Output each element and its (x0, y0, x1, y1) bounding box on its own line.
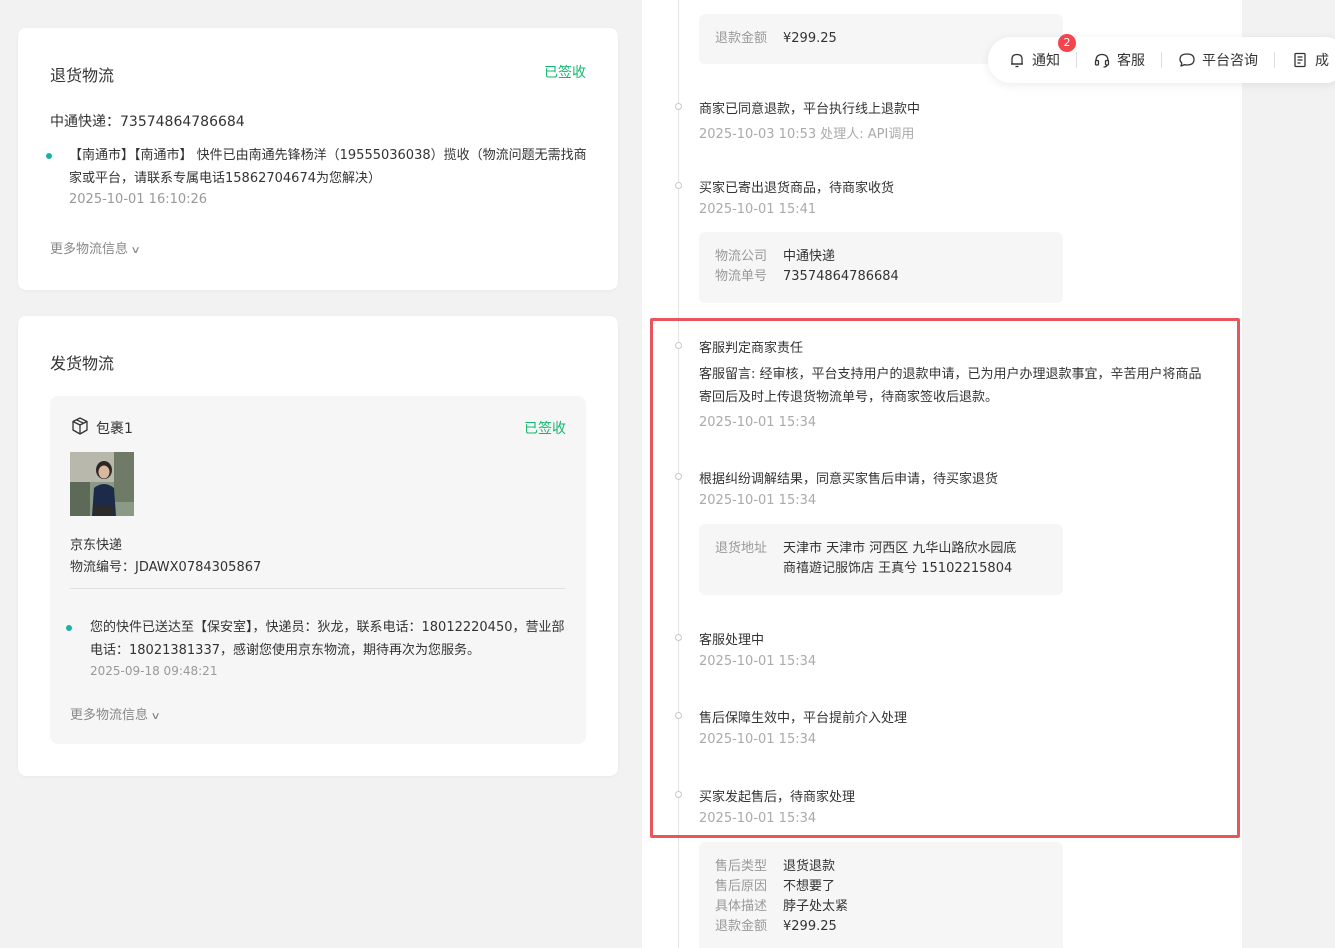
log-dot-icon (46, 153, 52, 159)
refund-amount-label: 退款金额 (715, 31, 768, 46)
headset-icon (1094, 53, 1110, 68)
return-log-time: 2025-10-01 16:10:26 (69, 192, 208, 207)
return-logistics-title: 退货物流 (50, 66, 115, 85)
ship-logistics-card: 发货物流 包裹1 已签收 京东快递 物流编号：JDAWX0784305867 您… (18, 316, 618, 776)
aftersale-timeline-panel: 退款金额 ¥299.25 商家已同意退款，平台执行线上退款中 2025-10-0… (642, 0, 1242, 948)
package-carrier: 京东快递 (70, 538, 123, 553)
package-box: 包裹1 已签收 京东快递 物流编号：JDAWX0784305867 您的快件已送… (50, 396, 586, 744)
timeline-event-time: 2025-10-01 15:41 (699, 202, 817, 217)
return-shipping-info-box: 物流公司 中通快递 物流单号 73574864786684 (699, 232, 1063, 303)
package-label: 包裹1 (96, 421, 133, 437)
timeline-event-title: 售后保障生效中，平台提前介入处理 (699, 711, 908, 726)
timeline-event-time: 2025-10-01 15:34 (699, 493, 817, 508)
toolbar-divider (1274, 52, 1275, 68)
more-logistics-label: 更多物流信息 (70, 708, 149, 723)
timeline-dot (675, 182, 682, 189)
timeline-dot (675, 103, 682, 110)
ship-logistics-title: 发货物流 (50, 354, 115, 373)
platform-consult-label: 平台咨询 (1202, 53, 1258, 69)
notification-count-badge: 2 (1058, 34, 1076, 52)
service-message: 客服留言: 经审核，平台支持用户的退款申请，已为用户办理退款事宜，辛苦用户将商品… (699, 367, 1202, 405)
timeline-event-title: 买家发起售后，待商家处理 (699, 790, 856, 805)
logistics-company-value: 中通快递 (783, 249, 836, 264)
refund-amount-value: ¥299.25 (783, 31, 837, 46)
return-log-text: 【南通市】【南通市】 快件已由南通先锋杨洋（19555036038）揽收（物流问… (69, 148, 587, 186)
timeline-dot (675, 473, 682, 480)
chat-bubble-icon (1179, 53, 1195, 67)
aftersale-desc-label: 具体描述 (715, 899, 768, 914)
aftersale-amount-value: ¥299.25 (783, 919, 837, 934)
floating-toolbar: 通知 2 客服 平台咨询 成 (988, 34, 1335, 83)
product-thumbnail[interactable] (70, 452, 134, 516)
return-address-line1: 天津市 天津市 河西区 九华山路欣水园底 (783, 541, 1017, 556)
more-logistics-label: 更多物流信息 (50, 242, 129, 257)
notification-label: 通知 (1032, 53, 1060, 69)
package-divider (70, 588, 566, 589)
document-icon (1294, 52, 1306, 68)
package-tracking-number: 物流编号：JDAWX0784305867 (70, 560, 262, 575)
return-tracking-number: 中通快递：73574864786684 (50, 114, 245, 130)
return-address-label: 退货地址 (715, 541, 768, 556)
chevron-down-icon: ∨ (150, 711, 161, 722)
customer-service-button[interactable]: 客服 (1093, 50, 1145, 70)
timeline-dot (675, 712, 682, 719)
aftersale-desc-value: 脖子处太紧 (783, 899, 849, 914)
chevron-down-icon: ∨ (130, 245, 141, 256)
logistics-number-label: 物流单号 (715, 269, 768, 284)
platform-consult-button[interactable]: 平台咨询 (1178, 50, 1258, 70)
customer-service-label: 客服 (1117, 53, 1145, 69)
return-more-logistics-link[interactable]: 更多物流信息 ∨ (50, 238, 141, 257)
timeline-dot (675, 342, 682, 349)
timeline-event-time: 2025-10-03 10:53 处理人: API调用 (699, 127, 915, 142)
package-status-badge: 已签收 (524, 421, 566, 437)
timeline-event-time: 2025-10-01 15:34 (699, 811, 817, 826)
aftersale-type-value: 退货退款 (783, 859, 836, 874)
return-address-line2: 商禧遊记服饰店 王真兮 15102215804 (783, 561, 1013, 576)
toolbar-divider (1076, 52, 1077, 68)
logistics-number-value: 73574864786684 (783, 269, 899, 284)
timeline-event-time: 2025-10-01 15:34 (699, 654, 817, 669)
logistics-company-label: 物流公司 (715, 249, 768, 264)
return-logistics-card: 退货物流 已签收 中通快递：73574864786684 【南通市】【南通市】 … (18, 28, 618, 290)
timeline-event-title: 客服判定商家责任 (699, 341, 804, 356)
timeline-event-title: 客服处理中 (699, 633, 765, 648)
package-log-time: 2025-09-18 09:48:21 (90, 664, 218, 678)
timeline-event-title: 买家已寄出退货商品，待商家收货 (699, 181, 895, 196)
return-address-box: 退货地址 天津市 天津市 河西区 九华山路欣水园底 商禧遊记服饰店 王真兮 15… (699, 524, 1063, 595)
toolbar-more-button[interactable]: 成 (1291, 50, 1329, 70)
aftersale-type-label: 售后类型 (715, 859, 768, 874)
aftersale-reason-label: 售后原因 (715, 879, 768, 894)
timeline-event-title: 根据纠纷调解结果，同意买家售后申请，待买家退货 (699, 472, 999, 487)
timeline-dot (675, 634, 682, 641)
timeline-event-time: 2025-10-01 15:34 (699, 732, 817, 747)
aftersale-amount-label: 退款金额 (715, 919, 768, 934)
notification-button[interactable]: 通知 2 (1008, 34, 1076, 70)
toolbar-divider (1161, 52, 1162, 68)
timeline-event-time: 2025-10-01 15:34 (699, 415, 817, 430)
timeline-event-title: 商家已同意退款，平台执行线上退款中 (699, 102, 921, 117)
package-more-logistics-link[interactable]: 更多物流信息 ∨ (70, 704, 161, 723)
return-status-badge: 已签收 (544, 65, 586, 81)
timeline-dot (675, 791, 682, 798)
bell-icon (1011, 53, 1023, 68)
toolbar-more-label: 成 (1315, 53, 1329, 69)
aftersale-detail-box: 售后类型 退货退款 售后原因 不想要了 具体描述 脖子处太紧 退款金额 ¥299… (699, 842, 1063, 948)
package-log-text: 您的快件已送达至【保安室】，快递员：狄龙，联系电话：18012220450，营业… (90, 620, 565, 658)
package-icon (70, 416, 90, 440)
log-dot-icon (66, 625, 72, 631)
aftersale-reason-value: 不想要了 (783, 879, 836, 894)
